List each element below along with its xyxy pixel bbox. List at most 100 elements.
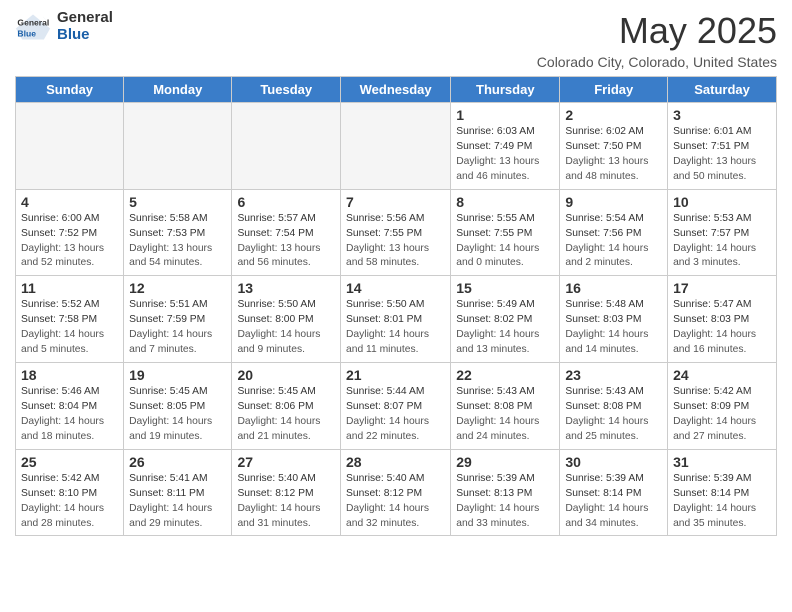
sunset-label: Sunset: 8:09 PM [673, 401, 749, 412]
weekday-saturday: Saturday [668, 77, 777, 103]
day-number: 3 [673, 107, 771, 123]
daylight-label: Daylight: 14 hours and 18 minutes. [21, 416, 104, 442]
daylight-label: Daylight: 13 hours and 52 minutes. [21, 243, 104, 269]
day-cell-31: 31Sunrise: 5:39 AMSunset: 8:14 PMDayligh… [668, 449, 777, 536]
day-cell-empty-0 [16, 103, 124, 190]
day-cell-26: 26Sunrise: 5:41 AMSunset: 8:11 PMDayligh… [124, 449, 232, 536]
daylight-label: Daylight: 14 hours and 24 minutes. [456, 416, 539, 442]
day-info: Sunrise: 6:03 AMSunset: 7:49 PMDaylight:… [456, 125, 554, 185]
sunrise-label: Sunrise: 5:42 AM [21, 473, 99, 484]
daylight-label: Daylight: 14 hours and 29 minutes. [129, 503, 212, 529]
calendar-header: SundayMondayTuesdayWednesdayThursdayFrid… [16, 77, 777, 103]
daylight-label: Daylight: 14 hours and 32 minutes. [346, 503, 429, 529]
logo-blue: Blue [57, 27, 113, 44]
day-number: 16 [565, 280, 662, 296]
day-number: 13 [237, 280, 335, 296]
day-cell-25: 25 Sunrise: 5:42 AMSunset: 8:10 PMDayligh… [16, 449, 124, 536]
day-number: 27 [237, 454, 335, 470]
daylight-label: Daylight: 14 hours and 2 minutes. [565, 243, 648, 269]
day-number: 14 [346, 280, 445, 296]
day-cell-5: 5Sunrise: 5:58 AMSunset: 7:53 PMDaylight… [124, 189, 232, 276]
day-number: 22 [456, 367, 554, 383]
title-area: May 2025 Colorado City, Colorado, United… [537, 10, 777, 70]
sunrise-label: Sunrise: 5:51 AM [129, 299, 207, 310]
day-info: Sunrise: 5:40 AMSunset: 8:12 PMDaylight:… [346, 472, 445, 532]
sunrise-label: Sunrise: 6:01 AM [673, 126, 751, 137]
daylight-label: Daylight: 13 hours and 56 minutes. [237, 243, 320, 269]
weekday-tuesday: Tuesday [232, 77, 341, 103]
svg-text:Blue: Blue [17, 28, 36, 38]
day-number: 26 [129, 454, 226, 470]
day-info: Sunrise: 5:56 AMSunset: 7:55 PMDaylight:… [346, 212, 445, 272]
week-row-4: 18Sunrise: 5:46 AMSunset: 8:04 PMDayligh… [16, 363, 777, 450]
daylight-label: Daylight: 14 hours and 21 minutes. [237, 416, 320, 442]
day-number: 2 [565, 107, 662, 123]
day-info: Sunrise: 6:00 AMSunset: 7:52 PMDaylight:… [21, 212, 118, 272]
sunset-label: Sunset: 7:50 PM [565, 141, 641, 152]
daylight-label: Daylight: 14 hours and 11 minutes. [346, 329, 429, 355]
day-info: Sunrise: 5:42 AMSunset: 8:10 PMDaylight:… [21, 472, 118, 532]
sunset-label: Sunset: 8:14 PM [673, 488, 749, 499]
day-cell-28: 28Sunrise: 5:40 AMSunset: 8:12 PMDayligh… [340, 449, 450, 536]
day-number: 30 [565, 454, 662, 470]
day-cell-20: 20Sunrise: 5:45 AMSunset: 8:06 PMDayligh… [232, 363, 341, 450]
daylight-label: Daylight: 13 hours and 50 minutes. [673, 156, 756, 182]
day-info: Sunrise: 5:48 AMSunset: 8:03 PMDaylight:… [565, 298, 662, 358]
day-number: 21 [346, 367, 445, 383]
sunrise-label: Sunrise: 6:02 AM [565, 126, 643, 137]
day-cell-7: 7Sunrise: 5:56 AMSunset: 7:55 PMDaylight… [340, 189, 450, 276]
day-number: 1 [456, 107, 554, 123]
daylight-label: Daylight: 14 hours and 28 minutes. [21, 503, 104, 529]
sunrise-label: Sunrise: 5:44 AM [346, 386, 424, 397]
sunrise-label: Sunrise: 5:58 AM [129, 213, 207, 224]
sunrise-label: Sunrise: 5:47 AM [673, 299, 751, 310]
day-number: 25 [21, 454, 118, 470]
location: Colorado City, Colorado, United States [537, 54, 777, 70]
day-number: 6 [237, 194, 335, 210]
day-cell-11: 11Sunrise: 5:52 AMSunset: 7:58 PMDayligh… [16, 276, 124, 363]
day-info: Sunrise: 5:47 AMSunset: 8:03 PMDaylight:… [673, 298, 771, 358]
day-cell-30: 30 Sunrise: 5:39 AMSunset: 8:14 PMDayligh… [560, 449, 668, 536]
sunrise-label: Sunrise: 5:54 AM [565, 213, 643, 224]
day-cell-14: 14Sunrise: 5:50 AMSunset: 8:01 PMDayligh… [340, 276, 450, 363]
day-number: 5 [129, 194, 226, 210]
sunset-label: Sunset: 8:08 PM [565, 401, 641, 412]
day-cell-15: 15Sunrise: 5:49 AMSunset: 8:02 PMDayligh… [451, 276, 560, 363]
day-cell-empty-1 [124, 103, 232, 190]
day-cell-13: 13Sunrise: 5:50 AMSunset: 8:00 PMDayligh… [232, 276, 341, 363]
day-cell-12: 12Sunrise: 5:51 AMSunset: 7:59 PMDayligh… [124, 276, 232, 363]
sunrise-label: Sunrise: 5:39 AM [565, 473, 643, 484]
day-cell-18: 18Sunrise: 5:46 AMSunset: 8:04 PMDayligh… [16, 363, 124, 450]
sunrise-label: Sunrise: 5:40 AM [237, 473, 315, 484]
sunset-label: Sunset: 8:03 PM [565, 314, 641, 325]
weekday-header-row: SundayMondayTuesdayWednesdayThursdayFrid… [16, 77, 777, 103]
sunset-label: Sunset: 8:02 PM [456, 314, 532, 325]
sunset-label: Sunset: 8:03 PM [673, 314, 749, 325]
day-info: Sunrise: 5:54 AMSunset: 7:56 PMDaylight:… [565, 212, 662, 272]
day-number: 12 [129, 280, 226, 296]
day-info: Sunrise: 6:01 AMSunset: 7:51 PMDaylight:… [673, 125, 771, 185]
day-info: Sunrise: 5:57 AMSunset: 7:54 PMDaylight:… [237, 212, 335, 272]
daylight-label: Daylight: 13 hours and 46 minutes. [456, 156, 539, 182]
week-row-2: 4Sunrise: 6:00 AMSunset: 7:52 PMDaylight… [16, 189, 777, 276]
day-number: 8 [456, 194, 554, 210]
sunrise-label: Sunrise: 5:50 AM [237, 299, 315, 310]
sunrise-label: Sunrise: 5:49 AM [456, 299, 534, 310]
sunset-label: Sunset: 7:55 PM [456, 228, 532, 239]
day-cell-2: 2Sunrise: 6:02 AMSunset: 7:50 PMDaylight… [560, 103, 668, 190]
day-cell-29: 29Sunrise: 5:39 AMSunset: 8:13 PMDayligh… [451, 449, 560, 536]
day-info: Sunrise: 5:45 AMSunset: 8:05 PMDaylight:… [129, 385, 226, 445]
calendar-table: SundayMondayTuesdayWednesdayThursdayFrid… [15, 76, 777, 536]
sunrise-label: Sunrise: 5:41 AM [129, 473, 207, 484]
sunrise-label: Sunrise: 5:40 AM [346, 473, 424, 484]
sunset-label: Sunset: 7:57 PM [673, 228, 749, 239]
daylight-label: Daylight: 14 hours and 9 minutes. [237, 329, 320, 355]
day-cell-empty-3 [340, 103, 450, 190]
svg-text:General: General [17, 17, 49, 27]
day-cell-24: 24Sunrise: 5:42 AMSunset: 8:09 PMDayligh… [668, 363, 777, 450]
day-info: Sunrise: 5:39 AMSunset: 8:13 PMDaylight:… [456, 472, 554, 532]
daylight-label: Daylight: 14 hours and 22 minutes. [346, 416, 429, 442]
sunset-label: Sunset: 8:13 PM [456, 488, 532, 499]
sunset-label: Sunset: 8:12 PM [237, 488, 313, 499]
day-info: Sunrise: 5:39 AMSunset: 8:14 PMDaylight:… [565, 472, 662, 532]
